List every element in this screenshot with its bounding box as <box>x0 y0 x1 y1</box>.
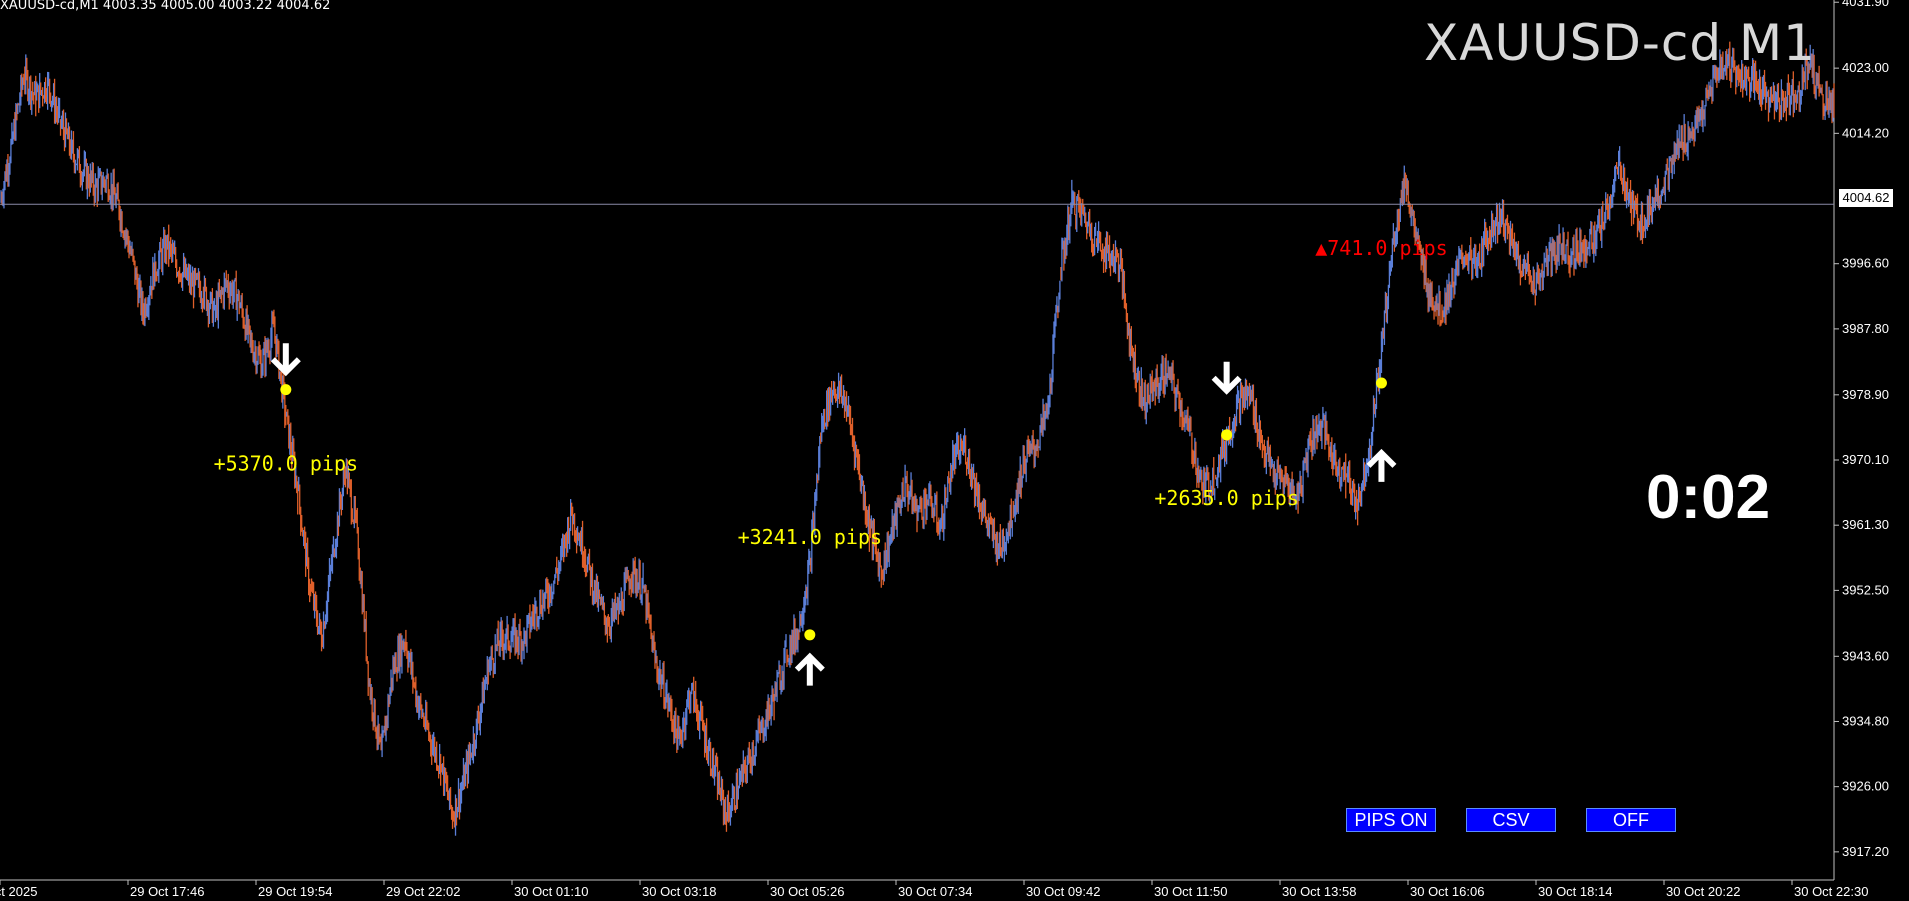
x-tick-label: 30 Oct 18:14 <box>1538 884 1612 899</box>
x-tick-label: 30 Oct 20:22 <box>1666 884 1740 899</box>
off-button[interactable]: OFF <box>1586 808 1676 832</box>
price-chart[interactable]: +5370.0 pips +3241.0 pips +2635.0 pips ▲741… <box>0 0 1909 901</box>
x-tick-label: 30 Oct 22:30 <box>1794 884 1868 899</box>
y-tick-label: 4023.00 <box>1842 60 1889 75</box>
candle-timer: 0:02 <box>1646 463 1771 532</box>
y-tick-label: 3970.10 <box>1842 452 1889 467</box>
x-tick-label: 30 Oct 13:58 <box>1282 884 1356 899</box>
pips-annotation: +2635.0 pips <box>1154 486 1299 510</box>
x-tick-label: 29 Oct 2025 <box>0 884 37 899</box>
x-tick-label: 29 Oct 19:54 <box>258 884 332 899</box>
y-tick-label: 3934.80 <box>1842 713 1889 728</box>
x-tick-label: 30 Oct 16:06 <box>1410 884 1484 899</box>
x-tick-label: 30 Oct 03:18 <box>642 884 716 899</box>
x-tick-label: 29 Oct 17:46 <box>130 884 204 899</box>
csv-button[interactable]: CSV <box>1466 808 1556 832</box>
y-tick-label: 3987.80 <box>1842 321 1889 336</box>
signal-dot <box>1375 377 1387 389</box>
y-tick-label: 3952.50 <box>1842 582 1889 597</box>
symbol-watermark: XAUUSD-cd M1 <box>1423 14 1816 72</box>
pips-annotation: +3241.0 pips <box>738 525 883 549</box>
x-tick-label: 30 Oct 07:34 <box>898 884 972 899</box>
price-series <box>0 41 1835 836</box>
y-tick-label: 4031.90 <box>1842 0 1889 9</box>
signal-dot <box>280 384 292 396</box>
y-tick-label: 3996.60 <box>1842 256 1889 271</box>
x-tick-label: 30 Oct 09:42 <box>1026 884 1100 899</box>
x-tick-label: 30 Oct 05:26 <box>770 884 844 899</box>
pips-annotation: ▲741.0 pips <box>1315 236 1447 260</box>
buy-arrow-icon <box>794 652 825 686</box>
y-tick-label: 3943.60 <box>1842 648 1889 663</box>
y-tick-label: 3917.20 <box>1842 844 1889 859</box>
signal-dot <box>804 629 816 641</box>
y-tick-label: 4014.20 <box>1842 125 1889 140</box>
y-tick-label: 3978.90 <box>1842 387 1889 402</box>
pips-on-button[interactable]: PIPS ON <box>1346 808 1436 832</box>
x-tick-label: 30 Oct 01:10 <box>514 884 588 899</box>
y-tick-label: 3926.00 <box>1842 779 1889 794</box>
x-tick-label: 30 Oct 11:50 <box>1154 884 1227 899</box>
pips-annotation: +5370.0 pips <box>214 452 359 476</box>
x-tick-label: 29 Oct 22:02 <box>386 884 460 899</box>
current-price-label: 4004.62 <box>1839 189 1893 207</box>
signal-dot <box>1221 429 1233 441</box>
y-tick-label: 3961.30 <box>1842 517 1889 532</box>
ohlc-readout: XAUUSD-cd,M1 4003.35 4005.00 4003.22 400… <box>0 0 331 13</box>
